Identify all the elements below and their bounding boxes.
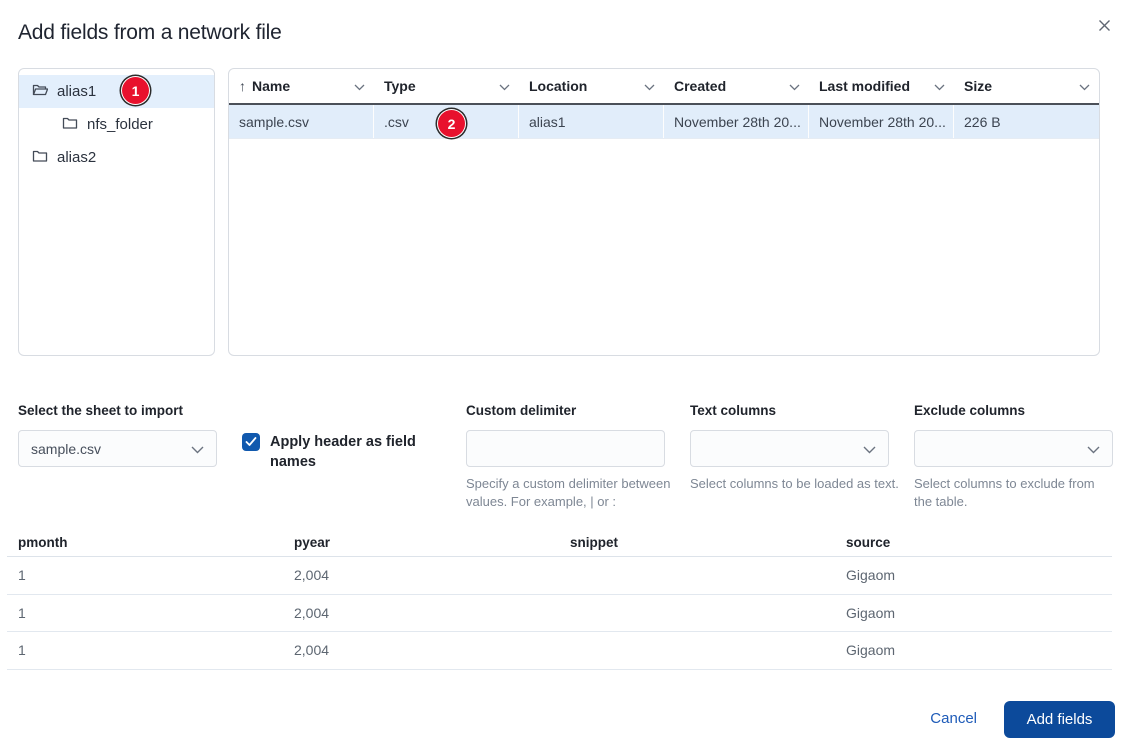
folder-open-icon: [32, 83, 49, 101]
preview-row: 1 2,004 Gigaom: [7, 632, 1112, 670]
preview-column-pmonth: pmonth: [18, 534, 68, 550]
preview-row: 1 2,004 Gigaom: [7, 595, 1112, 632]
folder-icon: [62, 116, 78, 134]
chevron-down-icon: [1087, 441, 1100, 457]
column-header-last-modified[interactable]: Last modified: [809, 78, 954, 94]
custom-delimiter-helper: Specify a custom delimiter between value…: [466, 476, 671, 509]
column-header-size[interactable]: Size: [954, 78, 1099, 94]
chevron-down-icon[interactable]: [934, 78, 945, 94]
files-table-header: ↑ Name Type Location Created Last modifi…: [229, 69, 1099, 105]
chevron-down-icon[interactable]: [789, 78, 800, 94]
tree-item-label: alias2: [57, 149, 97, 166]
text-columns-label: Text columns: [690, 403, 777, 418]
chevron-down-icon: [863, 441, 876, 457]
preview-column-source: source: [846, 534, 891, 550]
sheet-select-label: Select the sheet to import: [18, 403, 184, 418]
close-button[interactable]: [1092, 16, 1116, 40]
tree-item-nfs-folder[interactable]: nfs_folder: [19, 108, 214, 141]
folder-icon: [32, 149, 48, 167]
file-created-cell: November 28th 20...: [664, 105, 809, 138]
column-header-name[interactable]: ↑ Name: [229, 78, 374, 94]
text-columns-helper: Select columns to be loaded as text.: [690, 476, 899, 491]
close-icon: [1097, 18, 1112, 38]
column-header-location[interactable]: Location: [519, 78, 664, 94]
tree-item-label: nfs_folder: [87, 116, 153, 133]
folder-tree-panel: alias1 nfs_folder alias2: [18, 68, 215, 356]
chevron-down-icon: [191, 441, 204, 457]
tree-item-alias1[interactable]: alias1: [19, 75, 214, 108]
checkbox-checked-icon[interactable]: [242, 433, 260, 451]
apply-header-checkbox-label: Apply header as field names: [270, 434, 416, 470]
preview-column-pyear: pyear: [294, 534, 331, 550]
add-fields-dialog: Add fields from a network file alias1 nf…: [0, 0, 1122, 747]
preview-row: 1 2,004 Gigaom: [7, 557, 1112, 595]
custom-delimiter-input[interactable]: [466, 430, 665, 467]
file-size-cell: 226 B: [964, 113, 1001, 130]
chevron-down-icon[interactable]: [1079, 78, 1090, 94]
chevron-down-icon[interactable]: [499, 78, 510, 94]
sheet-select[interactable]: sample.csv: [18, 430, 217, 467]
chevron-down-icon[interactable]: [354, 78, 365, 94]
tree-item-label: alias1: [57, 83, 97, 100]
column-header-created[interactable]: Created: [664, 78, 809, 94]
sort-ascending-icon: ↑: [239, 78, 246, 94]
text-columns-select[interactable]: [690, 430, 889, 467]
preview-table-header: pmonth pyear snippet source: [7, 528, 1112, 557]
tree-item-alias2[interactable]: alias2: [19, 141, 214, 174]
annotation-badge-2: 2: [438, 110, 465, 137]
file-location-cell: alias1: [519, 105, 664, 138]
file-last-modified-cell: November 28th 20...: [809, 105, 954, 138]
file-row-sample-csv[interactable]: sample.csv .csv alias1 November 28th 20.…: [229, 105, 1099, 139]
preview-table: pmonth pyear snippet source 1 2,004 Giga…: [7, 528, 1112, 670]
sheet-select-value: sample.csv: [31, 440, 102, 457]
preview-column-snippet: snippet: [570, 534, 619, 550]
add-fields-button[interactable]: Add fields: [1004, 701, 1115, 738]
exclude-columns-helper: Select columns to exclude from the table…: [914, 476, 1095, 509]
apply-header-checkbox-group[interactable]: Apply header as field names: [242, 432, 442, 472]
column-header-type[interactable]: Type: [374, 78, 519, 94]
cancel-button[interactable]: Cancel: [930, 710, 977, 727]
custom-delimiter-label: Custom delimiter: [466, 403, 577, 418]
annotation-badge-1: 1: [122, 77, 149, 104]
exclude-columns-select[interactable]: [914, 430, 1113, 467]
file-name-cell: sample.csv: [229, 105, 374, 138]
chevron-down-icon[interactable]: [644, 78, 655, 94]
dialog-title: Add fields from a network file: [18, 21, 282, 44]
files-table: ↑ Name Type Location Created Last modifi…: [228, 68, 1100, 356]
exclude-columns-label: Exclude columns: [914, 403, 1026, 418]
